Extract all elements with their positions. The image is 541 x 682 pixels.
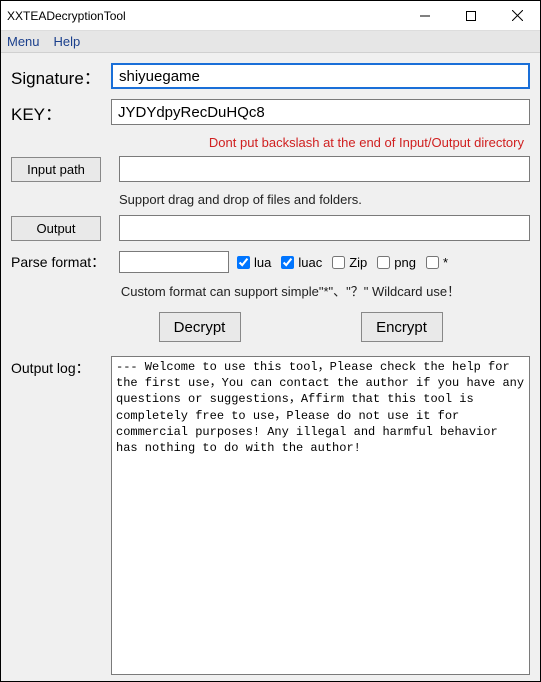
warning-text: Dont put backslash at the end of Input/O…: [11, 135, 530, 150]
maximize-button[interactable]: [448, 1, 494, 30]
signature-label: Signature：: [11, 64, 111, 89]
menu-item-menu[interactable]: Menu: [7, 34, 40, 49]
checkbox-png[interactable]: png: [377, 255, 416, 270]
checkbox-zip-input[interactable]: [332, 256, 345, 269]
key-input[interactable]: [111, 99, 530, 125]
checkbox-luac[interactable]: luac: [281, 255, 322, 270]
format-input[interactable]: [119, 251, 229, 273]
drag-hint: Support drag and drop of files and folde…: [119, 192, 530, 207]
checkbox-star-input[interactable]: [426, 256, 439, 269]
menu-item-help[interactable]: Help: [54, 34, 81, 49]
output-log-label: Output log：: [11, 356, 111, 675]
input-path-button[interactable]: Input path: [11, 157, 101, 182]
menu-bar: Menu Help: [1, 31, 540, 53]
window-title: XXTEADecryptionTool: [1, 9, 402, 23]
output-button[interactable]: Output: [11, 216, 101, 241]
checkbox-luac-input[interactable]: [281, 256, 294, 269]
content-area: Signature： KEY： Dont put backslash at th…: [1, 53, 540, 681]
window-controls: [402, 1, 540, 30]
minimize-button[interactable]: [402, 1, 448, 30]
checkbox-lua-input[interactable]: [237, 256, 250, 269]
checkbox-star[interactable]: *: [426, 255, 448, 270]
format-hint: Custom format can support simple"*"、"？" …: [11, 281, 530, 300]
checkbox-lua[interactable]: lua: [237, 255, 271, 270]
checkbox-zip[interactable]: Zip: [332, 255, 367, 270]
input-path-field[interactable]: [119, 156, 530, 182]
output-field[interactable]: [119, 215, 530, 241]
output-log-area[interactable]: --- Welcome to use this tool，Please chec…: [111, 356, 530, 675]
signature-input[interactable]: [111, 63, 530, 89]
format-label: Parse format：: [11, 252, 119, 272]
close-button[interactable]: [494, 1, 540, 30]
encrypt-button[interactable]: Encrypt: [361, 312, 443, 342]
title-bar: XXTEADecryptionTool: [1, 1, 540, 31]
key-label: KEY：: [11, 100, 111, 125]
checkbox-png-input[interactable]: [377, 256, 390, 269]
decrypt-button[interactable]: Decrypt: [159, 312, 241, 342]
